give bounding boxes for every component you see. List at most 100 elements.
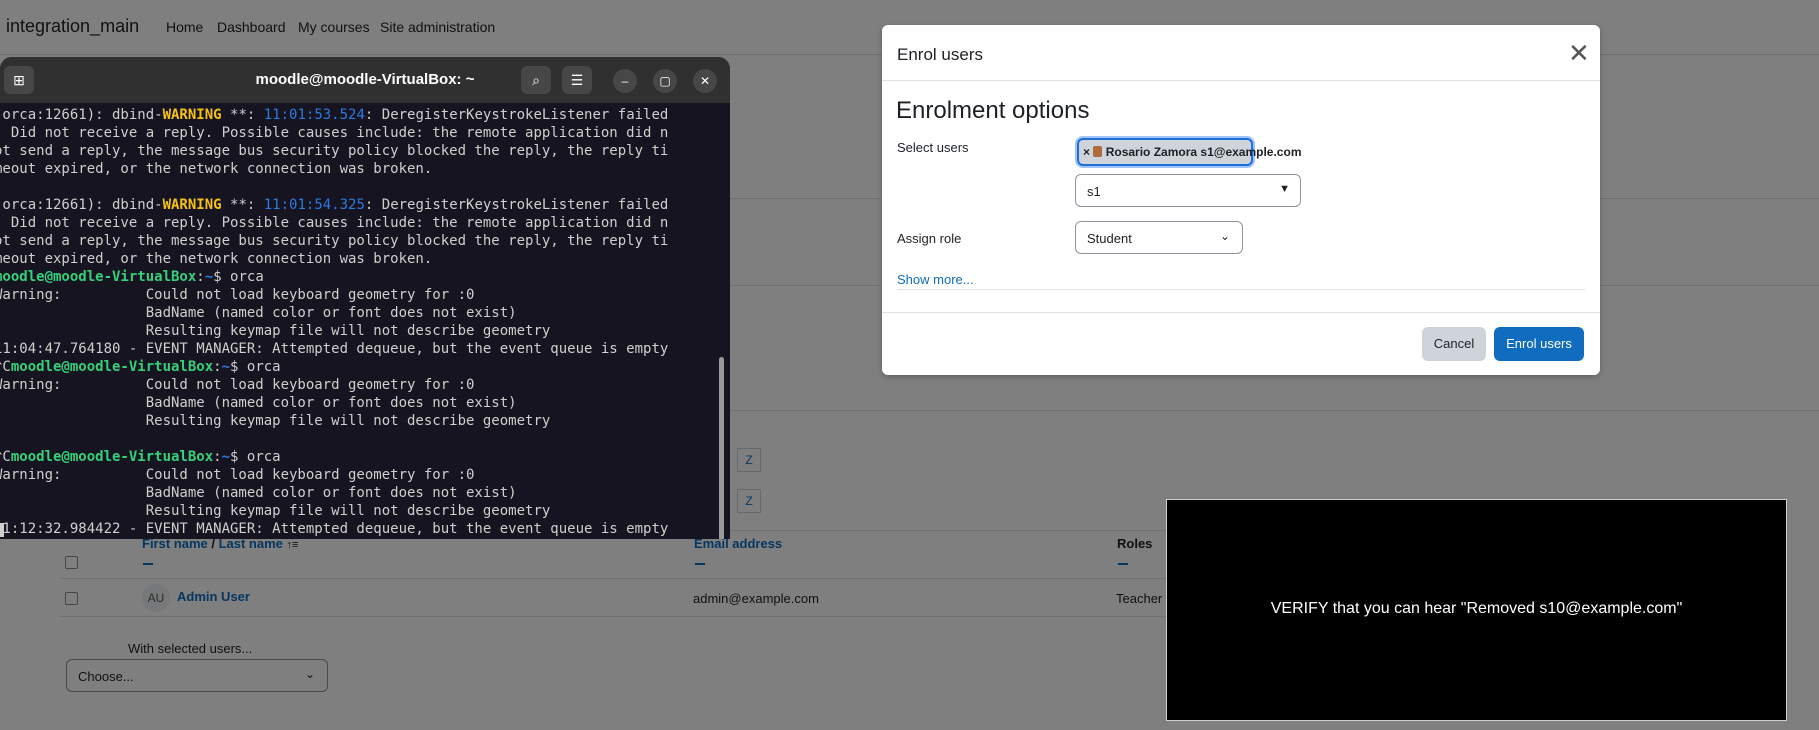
terminal-line: : Did not receive a reply. Possible caus… xyxy=(0,124,722,142)
terminal-line: meout expired, or the network connection… xyxy=(0,160,722,178)
terminal-line: moodle@moodle-VirtualBox:~$ orca xyxy=(0,268,722,286)
search-icon: ⌕ xyxy=(532,72,540,88)
chevron-down-icon: ⌄ xyxy=(1219,229,1230,243)
enrol-users-dialog: Enrol users ✕ Enrolment options Select u… xyxy=(882,25,1600,375)
terminal-line: meout expired, or the network connection… xyxy=(0,250,722,268)
terminal-line: Warning: Could not load keyboard geometr… xyxy=(0,376,722,394)
terminal-text: Warning: Could not load keyboard geometr… xyxy=(0,377,475,393)
terminal-text: Warning: Could not load keyboard geometr… xyxy=(0,287,475,303)
user-avatar-icon xyxy=(1093,146,1103,157)
terminal-text: Resulting keymap file will not describe … xyxy=(0,323,551,339)
terminal-text: meout expired, or the network connection… xyxy=(0,161,433,177)
terminal-line: Resulting keymap file will not describe … xyxy=(0,502,722,520)
hamburger-menu-icon: ☰ xyxy=(570,72,584,88)
terminal-text: : Did not receive a reply. Possible caus… xyxy=(0,125,669,141)
terminal-window[interactable]: ⊞ moodle@moodle-VirtualBox: ~ ⌕ ☰ – ▢ ✕ … xyxy=(0,57,730,539)
terminal-text: WARNING xyxy=(162,107,222,123)
dropdown-arrow-icon: ▼ xyxy=(1279,183,1290,195)
terminal-output[interactable]: (orca:12661): dbind-WARNING **: 11:01:53… xyxy=(0,106,722,536)
terminal-text: $ orca xyxy=(213,269,264,285)
maximize-button[interactable]: ▢ xyxy=(653,69,677,93)
terminal-text: **: xyxy=(221,197,264,213)
terminal-text: ~ xyxy=(204,269,214,285)
terminal-text: moodle@moodle-VirtualBox xyxy=(0,269,197,285)
terminal-line: ^Cmoodle@moodle-VirtualBox:~$ orca xyxy=(0,448,722,466)
user-search-value: s1 xyxy=(1087,184,1101,199)
terminal-text: : DeregisterKeystrokeListener failed xyxy=(364,107,669,123)
terminal-line: ^Cmoodle@moodle-VirtualBox:~$ orca xyxy=(0,358,722,376)
terminal-text: ~ xyxy=(221,359,231,375)
terminal-text: **: xyxy=(221,107,264,123)
terminal-text: $ orca xyxy=(230,449,281,465)
terminal-text: ot send a reply, the message bus securit… xyxy=(0,233,669,249)
show-more-link[interactable]: Show more... xyxy=(897,272,974,287)
close-button[interactable]: ✕ xyxy=(693,69,717,93)
dialog-title: Enrol users xyxy=(897,45,983,64)
terminal-text: ^C xyxy=(0,359,11,375)
text-cursor xyxy=(0,523,4,537)
terminal-line: BadName (named color or font does not ex… xyxy=(0,484,722,502)
user-search-input[interactable]: s1 ▼ xyxy=(1075,174,1301,207)
terminal-text: BadName (named color or font does not ex… xyxy=(0,395,517,411)
terminal-scrollbar[interactable] xyxy=(719,357,724,539)
search-button[interactable]: ⌕ xyxy=(521,66,551,94)
terminal-line: 11:12:32.984422 - EVENT MANAGER: Attempt… xyxy=(0,520,722,536)
terminal-line: Resulting keymap file will not describe … xyxy=(0,412,722,430)
terminal-line: : Did not receive a reply. Possible caus… xyxy=(0,214,722,232)
terminal-text: Resulting keymap file will not describe … xyxy=(0,413,551,429)
menu-button[interactable]: ☰ xyxy=(562,66,592,94)
terminal-line: 11:04:47.764180 - EVENT MANAGER: Attempt… xyxy=(0,340,722,358)
terminal-text: 11:04:47.764180 - EVENT MANAGER: Attempt… xyxy=(0,341,669,357)
terminal-text: : xyxy=(213,359,222,375)
cancel-button[interactable]: Cancel xyxy=(1422,327,1486,361)
verification-overlay: VERIFY that you can hear "Removed s10@ex… xyxy=(1166,499,1787,721)
role-select[interactable]: Student ⌄ xyxy=(1075,221,1243,254)
form-divider xyxy=(897,289,1585,290)
terminal-text: : Did not receive a reply. Possible caus… xyxy=(0,215,669,231)
terminal-text: moodle@moodle-VirtualBox xyxy=(10,449,214,465)
terminal-line: BadName (named color or font does not ex… xyxy=(0,304,722,322)
terminal-line: BadName (named color or font does not ex… xyxy=(0,394,722,412)
assign-role-label: Assign role xyxy=(897,231,962,246)
terminal-text: : xyxy=(196,269,205,285)
enrolment-options-heading: Enrolment options xyxy=(896,97,1090,124)
terminal-text: 11:12:32.984422 - EVENT MANAGER: Attempt… xyxy=(0,521,669,536)
terminal-text: : xyxy=(213,449,222,465)
close-icon: ✕ xyxy=(1568,38,1590,68)
terminal-text: ~ xyxy=(221,449,231,465)
enrol-users-button[interactable]: Enrol users xyxy=(1494,327,1584,361)
terminal-line: (orca:12661): dbind-WARNING **: 11:01:53… xyxy=(0,106,722,124)
terminal-text: $ orca xyxy=(230,359,281,375)
minimize-icon: – xyxy=(621,74,629,88)
terminal-titlebar[interactable]: ⊞ moodle@moodle-VirtualBox: ~ ⌕ ☰ – ▢ ✕ xyxy=(0,57,730,103)
terminal-text: moodle@moodle-VirtualBox xyxy=(10,359,214,375)
terminal-text: (orca:12661): dbind- xyxy=(0,107,163,123)
maximize-icon: ▢ xyxy=(659,74,671,88)
terminal-text: : DeregisterKeystrokeListener failed xyxy=(364,197,669,213)
minimize-button[interactable]: – xyxy=(613,69,637,93)
verification-message: VERIFY that you can hear "Removed s10@ex… xyxy=(1270,600,1683,617)
close-dialog-button[interactable]: ✕ xyxy=(1568,40,1590,66)
terminal-text: BadName (named color or font does not ex… xyxy=(0,485,517,501)
terminal-text: ^C xyxy=(0,449,11,465)
terminal-line: ot send a reply, the message bus securit… xyxy=(0,232,722,250)
dialog-divider xyxy=(882,80,1600,81)
terminal-line: Resulting keymap file will not describe … xyxy=(0,322,722,340)
close-icon: ✕ xyxy=(699,74,711,88)
terminal-line: (orca:12661): dbind-WARNING **: 11:01:54… xyxy=(0,196,722,214)
selected-user-chip[interactable]: × Rosario Zamora s1@example.com xyxy=(1077,138,1301,166)
terminal-line: ot send a reply, the message bus securit… xyxy=(0,142,722,160)
terminal-text: Resulting keymap file will not describe … xyxy=(0,503,551,519)
terminal-text: 11:01:54.325 xyxy=(263,197,365,213)
role-select-value: Student xyxy=(1087,231,1132,246)
terminal-text: Warning: Could not load keyboard geometr… xyxy=(0,467,475,483)
remove-selection-icon[interactable]: × xyxy=(1083,145,1090,159)
terminal-line: Warning: Could not load keyboard geometr… xyxy=(0,466,722,484)
terminal-text: 11:01:53.524 xyxy=(263,107,365,123)
dialog-footer-divider xyxy=(882,312,1600,313)
terminal-text: WARNING xyxy=(162,197,222,213)
terminal-text: meout expired, or the network connection… xyxy=(0,251,433,267)
selected-user-label: Rosario Zamora s1@example.com xyxy=(1105,145,1302,159)
